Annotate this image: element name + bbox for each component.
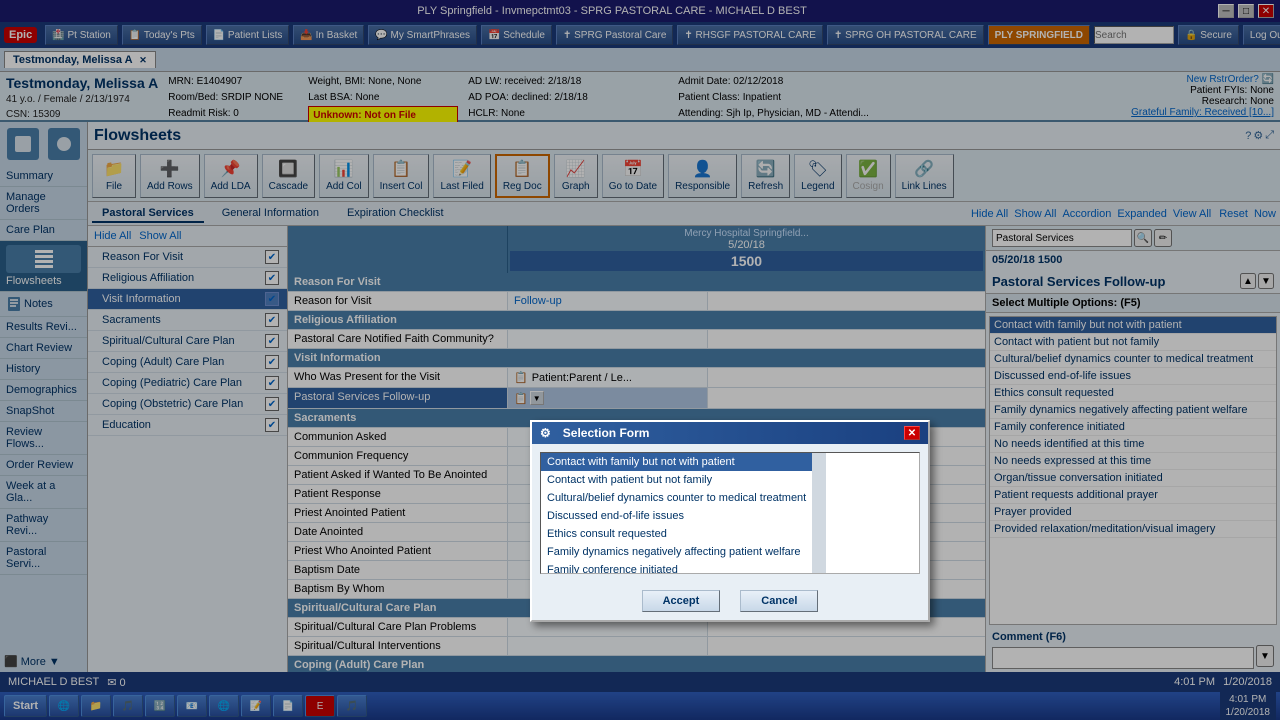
modal-scrollbar[interactable] bbox=[812, 453, 826, 573]
modal-item-0[interactable]: Contact with family but not with patient bbox=[541, 453, 812, 471]
modal-item-1[interactable]: Contact with patient but not family bbox=[541, 471, 812, 489]
modal-accept-button[interactable]: Accept bbox=[642, 590, 721, 612]
modal-item-2[interactable]: Cultural/belief dynamics counter to medi… bbox=[541, 489, 812, 507]
modal-overlay[interactable]: ⚙ Selection Form ✕ Contact with family b… bbox=[0, 0, 1280, 720]
modal-cancel-button[interactable]: Cancel bbox=[740, 590, 818, 612]
modal-item-6[interactable]: Family conference initiated bbox=[541, 561, 812, 573]
modal-item-3[interactable]: Discussed end-of-life issues bbox=[541, 507, 812, 525]
modal-title-text: Selection Form bbox=[563, 426, 650, 440]
modal-list-outer: Contact with family but not with patient… bbox=[541, 453, 919, 573]
modal-list-container: Contact with family but not with patient… bbox=[540, 452, 920, 574]
selection-form-modal: ⚙ Selection Form ✕ Contact with family b… bbox=[530, 420, 930, 622]
modal-close-button[interactable]: ✕ bbox=[904, 426, 920, 440]
modal-gear-icon: ⚙ bbox=[540, 426, 551, 440]
modal-list[interactable]: Contact with family but not with patient… bbox=[541, 453, 812, 573]
modal-item-5[interactable]: Family dynamics negatively affecting pat… bbox=[541, 543, 812, 561]
modal-buttons: Accept Cancel bbox=[532, 582, 928, 620]
modal-title-bar: ⚙ Selection Form ✕ bbox=[532, 422, 928, 444]
modal-item-4[interactable]: Ethics consult requested bbox=[541, 525, 812, 543]
